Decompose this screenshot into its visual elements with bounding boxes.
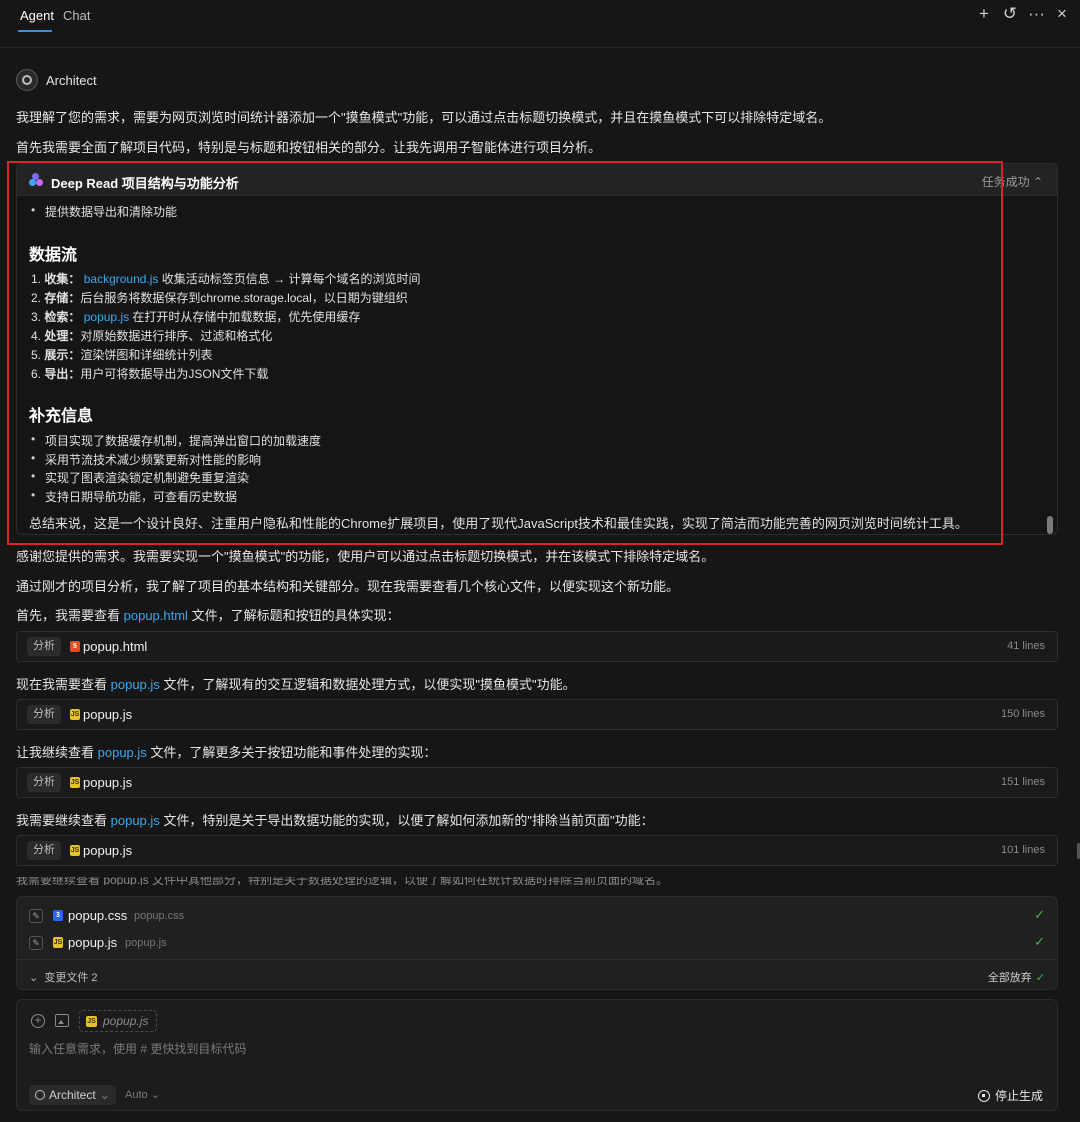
file-name: popup.js xyxy=(83,843,133,858)
changed-file-row[interactable]: ✎ JS popup.js popup.js ✓ xyxy=(17,930,1057,956)
chip-file-name: popup.js xyxy=(103,1014,149,1028)
line-count: 41 lines xyxy=(1007,640,1045,652)
flow-item: 3. 检索： popup.js 在打开时从存储中加载数据，优先使用缓存 xyxy=(31,310,361,324)
message-text: 首先我需要全面了解项目代码，特别是与标题和按钮相关的部分。让我先调用子智能体进行… xyxy=(16,140,602,155)
message-text: 首先，我需要查看 popup.html 文件，了解标题和按钮的具体实现： xyxy=(16,608,400,623)
message-text: 感谢您提供的需求。我需要实现一个"摸鱼模式"的功能，使用户可以通过点击标题切换模… xyxy=(16,549,715,564)
active-tab-indicator xyxy=(18,30,52,32)
js-file-icon: JS xyxy=(53,937,63,948)
file-link[interactable]: popup.js xyxy=(98,745,147,760)
top-bar: Agent Chat + ↺ ··· × xyxy=(0,0,1080,48)
chevron-down-icon: ⌄ xyxy=(99,1088,110,1102)
message-text: 我理解了您的需求，需要为网页浏览时间统计器添加一个"摸鱼模式"功能，可以通过点击… xyxy=(16,110,832,125)
line-count: 151 lines xyxy=(1000,776,1045,788)
task-status[interactable]: 任务成功 ⌃ xyxy=(982,173,1043,190)
agents-icon xyxy=(29,173,43,187)
section-heading: 补充信息 xyxy=(29,408,94,425)
list-item: 采用节流技术减少频繁更新对性能的影响 xyxy=(31,451,261,468)
flow-item: 1. 收集： background.js 收集活动标签页信息 → 计算每个域名的… xyxy=(31,272,421,286)
file-card[interactable]: 分析 JS popup.js 101 lines xyxy=(16,835,1058,866)
file-card[interactable]: 分析 JS popup.js 151 lines xyxy=(16,767,1058,798)
analyze-tag: 分析 xyxy=(27,773,61,792)
chevron-up-icon: ⌃ xyxy=(1032,175,1043,189)
changed-files-toggle[interactable]: ⌄ 变更文件 2 xyxy=(29,969,98,985)
mode-selector[interactable]: Architect ⌄ xyxy=(29,1085,116,1105)
history-icon[interactable]: ↺ xyxy=(1002,5,1018,23)
changed-file-row[interactable]: ✎ 3 popup.css popup.css ✓ xyxy=(17,903,1057,929)
check-icon[interactable]: ✓ xyxy=(1034,934,1045,950)
tab-agent[interactable]: Agent xyxy=(20,8,54,23)
js-file-icon: JS xyxy=(70,845,80,856)
chevron-down-icon: ⌄ xyxy=(150,1089,160,1101)
prompt-input[interactable]: 输入任意需求，使用 # 更快找到目标代码 xyxy=(29,1040,246,1057)
flow-item: 4. 处理：对原始数据进行排序、过滤和格式化 xyxy=(31,329,273,343)
message-text: 通过刚才的项目分析，我了解了项目的基本结构和关键部分。现在我需要查看几个核心文件… xyxy=(16,579,680,594)
analyze-tag: 分析 xyxy=(27,841,61,860)
agent-name: Architect xyxy=(46,72,97,88)
file-link[interactable]: popup.js xyxy=(111,677,160,692)
deep-read-title: Deep Read 项目结构与功能分析 xyxy=(51,176,239,191)
flow-item: 2. 存储：后台服务将数据保存到chrome.storage.local，以日期… xyxy=(31,291,408,305)
edit-icon: ✎ xyxy=(29,909,43,923)
file-path: popup.js xyxy=(125,937,167,949)
stop-icon xyxy=(977,1089,990,1102)
js-file-icon: JS xyxy=(86,1015,97,1027)
file-card[interactable]: 分析 5 popup.html 41 lines xyxy=(16,631,1058,662)
check-icon: ✓ xyxy=(1035,972,1045,984)
js-file-icon: JS xyxy=(70,777,80,788)
deep-read-header[interactable]: Deep Read 项目结构与功能分析 任务成功 ⌃ xyxy=(17,164,1057,196)
line-count: 101 lines xyxy=(1000,844,1045,856)
js-file-icon: JS xyxy=(70,709,80,720)
list-item: 提供数据导出和清除功能 xyxy=(31,203,177,220)
discard-all-button[interactable]: 全部放弃 ✓ xyxy=(988,969,1045,985)
file-link[interactable]: popup.js xyxy=(111,813,160,828)
message-text: 让我继续查看 popup.js 文件，了解更多关于按钮功能和事件处理的实现： xyxy=(16,745,437,760)
composer: + JS popup.js 输入任意需求，使用 # 更快找到目标代码 Archi… xyxy=(16,999,1058,1111)
list-item: 实现了图表渲染锁定机制避免重复渲染 xyxy=(31,469,249,486)
css-file-icon: 3 xyxy=(53,910,63,921)
architect-avatar xyxy=(16,69,38,91)
file-name: popup.js xyxy=(68,935,118,950)
stop-generation-button[interactable]: 停止生成 xyxy=(977,1087,1043,1104)
agent-header: Architect xyxy=(16,69,97,91)
context-file-chip[interactable]: JS popup.js xyxy=(79,1010,158,1032)
file-path: popup.css xyxy=(134,910,185,922)
model-selector[interactable]: Auto ⌄ xyxy=(125,1088,160,1101)
file-name: popup.css xyxy=(68,908,128,923)
file-name: popup.js xyxy=(83,707,133,722)
section-heading: 数据流 xyxy=(29,247,78,264)
top-actions: + ↺ ··· × xyxy=(976,5,1070,23)
file-name: popup.html xyxy=(83,639,148,654)
task-status-label: 任务成功 xyxy=(981,175,1030,189)
panel-scrollbar[interactable] xyxy=(1047,516,1053,534)
changed-files-panel: ✎ 3 popup.css popup.css ✓ ✎ JS popup.js … xyxy=(16,896,1058,990)
tab-chat[interactable]: Chat xyxy=(63,8,90,23)
analyze-tag: 分析 xyxy=(27,705,61,724)
analyze-tag: 分析 xyxy=(27,637,61,656)
message-text: 现在我需要查看 popup.js 文件，了解现有的交互逻辑和数据处理方式，以便实… xyxy=(16,677,576,692)
changes-footer: ⌄ 变更文件 2 全部放弃 ✓ xyxy=(17,959,1057,989)
list-item: 支持日期导航功能，可查看历史数据 xyxy=(31,488,237,505)
list-item: 项目实现了数据缓存机制，提高弹出窗口的加载速度 xyxy=(31,432,321,449)
image-icon[interactable] xyxy=(55,1014,69,1027)
cut-off-message: 我需要继续查看 popup.js 文件中其他部分，特别是关于数据处理的逻辑，以便… xyxy=(16,877,669,885)
file-link[interactable]: popup.html xyxy=(124,608,188,623)
architect-icon xyxy=(35,1090,45,1100)
close-icon[interactable]: × xyxy=(1054,5,1070,23)
plus-icon[interactable]: + xyxy=(976,5,992,23)
line-count: 150 lines xyxy=(1000,708,1045,720)
flow-item: 6. 导出：用户可将数据导出为JSON文件下载 xyxy=(31,367,269,381)
summary-text: 总结来说，这是一个设计良好、注重用户隐私和性能的Chrome扩展项目，使用了现代… xyxy=(29,516,968,531)
add-context-icon[interactable]: + xyxy=(31,1014,45,1028)
message-text: 我需要继续查看 popup.js 文件，特别是关于导出数据功能的实现，以便了解如… xyxy=(16,813,654,828)
html-file-icon: 5 xyxy=(70,641,80,652)
file-card[interactable]: 分析 JS popup.js 150 lines xyxy=(16,699,1058,730)
check-icon[interactable]: ✓ xyxy=(1034,907,1045,923)
edit-icon: ✎ xyxy=(29,936,43,950)
flow-item: 5. 展示：渲染饼图和详细统计列表 xyxy=(31,348,213,362)
file-name: popup.js xyxy=(83,775,133,790)
deep-read-panel: Deep Read 项目结构与功能分析 任务成功 ⌃ 提供数据导出和清除功能 数… xyxy=(16,163,1058,535)
chevron-down-icon: ⌄ xyxy=(29,972,39,984)
more-icon[interactable]: ··· xyxy=(1028,5,1045,23)
